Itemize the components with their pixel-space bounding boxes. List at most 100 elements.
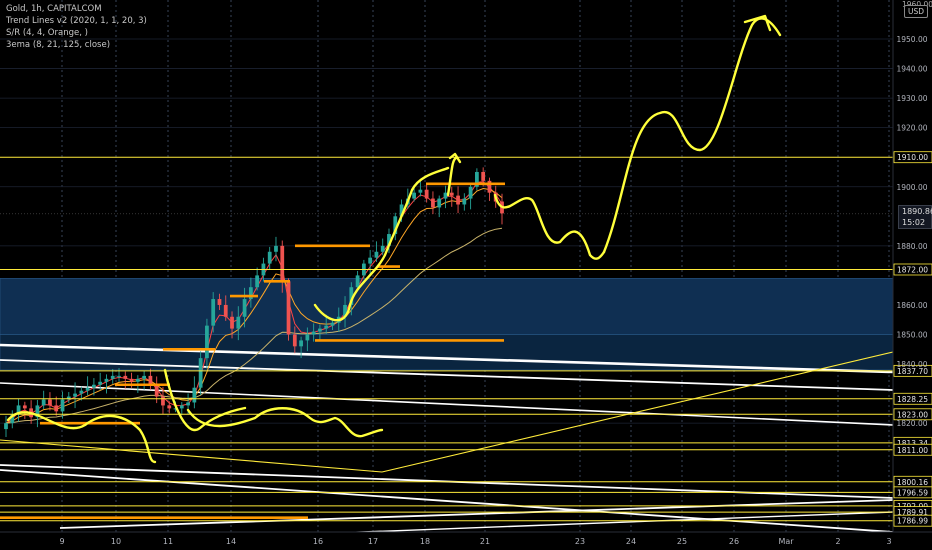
time-tick-label: 18 [420,537,430,546]
candle-body [468,186,473,199]
price-tick-label: 1850.00 [896,331,927,340]
candle-body [242,299,247,317]
candle-body [98,381,103,385]
sr-level-label: 1910.00 [897,153,928,162]
annotation-stroke [6,411,157,464]
price-chart[interactable]: 1910.001872.001837.701828.251823.001813.… [0,0,932,550]
candle-body [73,393,77,397]
candle-body [424,189,429,199]
candle-body [79,390,84,394]
candle-body [192,387,197,403]
candle-body [462,198,467,205]
legend-indicator-trendlines[interactable]: Trend Lines v2 (2020, 1, 1, 20, 3) [6,15,147,27]
legend-indicator-sr[interactable]: S/R (4, 4, Orange, ) [6,27,147,39]
candle-body [481,171,486,181]
time-tick-label: 25 [677,537,687,546]
candle-body [223,304,228,317]
candle-body [104,378,109,382]
candle-body [4,423,8,430]
candle-body [274,245,278,252]
current-price-badge: 1890.86 15:02 [898,205,932,229]
time-tick-label: 16 [313,537,323,546]
hand-drawn-annotations [6,14,782,464]
candle-body [54,405,59,412]
candle-body [299,340,303,347]
time-tick-label: 24 [626,537,636,546]
candle-body [230,316,234,329]
legend-symbol[interactable]: Gold, 1h, CAPITALCOM [6,3,147,15]
candle-body [443,192,448,199]
candle-body [292,334,297,347]
candle-body [305,334,310,341]
annotation-stroke [743,14,772,32]
candle-body [198,358,203,388]
candle-body [456,195,460,205]
annotation-stroke [163,368,247,432]
trendline [0,382,894,426]
price-tick-label: 1900.00 [896,183,927,192]
price-tick-label: 1940.00 [896,65,927,74]
candle-body [449,192,454,196]
candle-body [255,275,260,288]
candle-body [60,399,65,412]
candle-body [374,251,379,258]
time-tick-label: 23 [575,537,585,546]
candle-body [431,198,435,208]
price-tick-label: 1930.00 [896,94,927,103]
chart-grid [0,0,893,532]
candle-body [22,405,27,409]
candle-body [280,245,285,282]
time-tick-label: 9 [59,537,64,546]
time-tick-label: 17 [368,537,378,546]
sr-zone [0,278,894,335]
candle-body [41,399,46,406]
trendline [0,469,894,533]
time-tick-label: Mar [778,537,794,546]
candle-body [211,299,216,326]
candle-body [236,316,241,329]
price-tick-label: 1880.00 [896,242,927,251]
price-tick-label: 1920.00 [896,124,927,133]
currency-badge[interactable]: USD [904,5,928,18]
time-tick-label: 14 [226,537,236,546]
candle-body [267,251,272,264]
candle-body [142,375,147,379]
time-axis[interactable]: 9 10 11 14 16 17 18 21 23 24 25 26 Mar 2 3 [0,531,932,550]
sr-level-label: 1823.00 [897,410,928,419]
candle-body [380,245,385,252]
candle-body [186,402,190,406]
time-tick-label: 2 [835,537,840,546]
time-tick-label: 11 [163,537,173,546]
candle-body [324,325,329,329]
sr-level-label: 1796.59 [897,488,928,497]
candle-body [161,396,165,406]
candle-body [437,198,442,208]
time-tick-label: 10 [111,537,121,546]
chart-legend: Gold, 1h, CAPITALCOM Trend Lines v2 (202… [6,3,147,51]
price-tick-label: 1950.00 [896,35,927,44]
candle-body [85,387,90,391]
candle-body [154,384,159,397]
current-price-countdown: 15:02 [902,218,926,227]
candle-body [412,192,416,199]
price-axis[interactable]: 1910.001872.001837.701828.251823.001813.… [892,0,932,550]
time-tick-label: 26 [729,537,739,546]
time-tick-label: 3 [886,537,891,546]
candle-body [418,189,423,193]
candle-body [286,281,291,335]
candle-body [123,375,128,379]
candle-body [179,405,184,409]
price-tick-label: 1820.00 [896,419,927,428]
candle-body [311,331,316,335]
candle-body [368,257,373,264]
candle-body [92,384,96,388]
annotation-stroke [493,193,606,260]
candle-body [129,378,134,382]
annotation-stroke [186,407,384,438]
sr-zones [0,278,894,371]
candle-body [110,375,115,379]
candle-body [167,405,172,409]
legend-indicator-ema[interactable]: 3ema (8, 21, 125, close) [6,39,147,51]
sr-level-label: 1872.00 [897,265,928,274]
sr-level-label: 1828.25 [897,395,928,404]
